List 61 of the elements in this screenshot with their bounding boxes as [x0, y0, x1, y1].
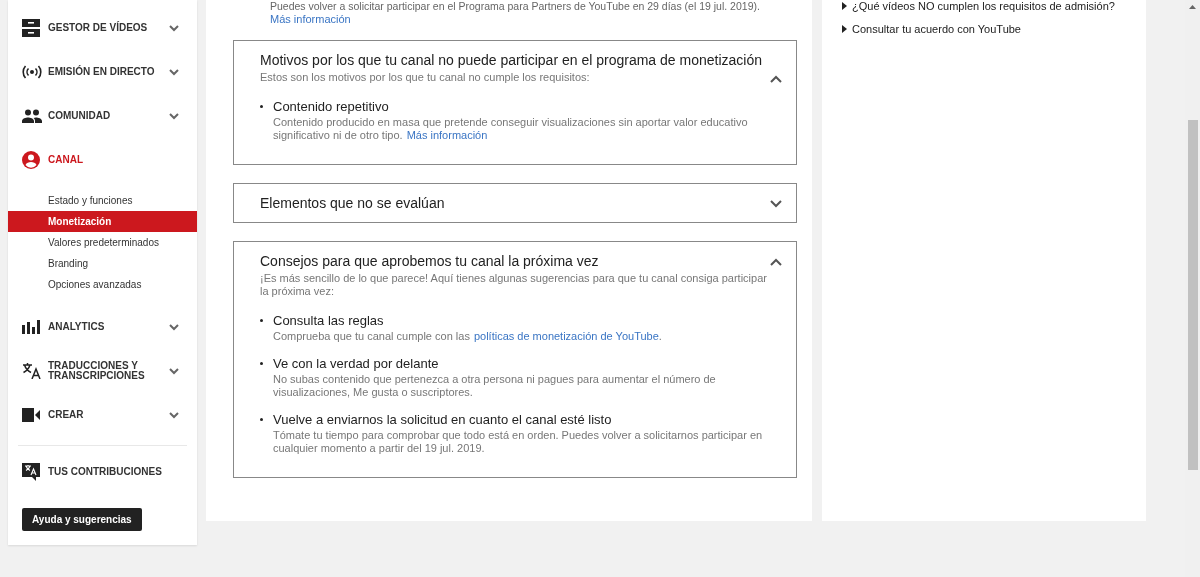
- more-info-link[interactable]: Más información: [270, 13, 351, 25]
- people-icon: [22, 109, 42, 123]
- chevron-down-icon: [169, 24, 179, 32]
- panel-subtitle: Estos son los motivos por los que tu canal no cumple los requisitos:: [260, 71, 591, 84]
- chevron-down-icon: [169, 68, 179, 76]
- triangle-icon: [842, 25, 847, 33]
- panel-subtitle: ¡Es más sencillo de lo que parece! Aquí tienes algunas sugerencias para que tu canal consiga participar la próxima vez:: [260, 272, 768, 298]
- bullet-icon: [260, 362, 263, 365]
- item-title: Consulta las reglas: [273, 312, 385, 329]
- nav-item[interactable]: TUS CONTRIBUCIONES: [8, 450, 197, 494]
- item-title: Vuelve a enviarnos la solicitud en cuanto el canal esté listo: [273, 411, 613, 428]
- chevron-down-icon: [169, 112, 179, 120]
- bullet-icon: [260, 105, 263, 108]
- nav-item[interactable]: TRADUCCIONES Y TRANSCRIPCIONES: [8, 349, 197, 393]
- chevron-down-icon: [169, 411, 179, 419]
- bullet-icon: [260, 418, 263, 421]
- nav-subitem[interactable]: Opciones avanzadas: [8, 274, 197, 295]
- bullet-icon: [260, 319, 263, 322]
- help-link[interactable]: ¿Qué vídeos NO cumplen los requisitos de admisión?: [842, 0, 1146, 12]
- policy-link[interactable]: Más información: [406, 129, 488, 141]
- chevron-down-icon: [169, 323, 179, 331]
- triangle-icon: [842, 2, 847, 10]
- nav-item[interactable]: ANALYTICS: [8, 305, 197, 349]
- nav-item[interactable]: GESTOR DE VÍDEOS: [8, 6, 197, 50]
- panel-title: Consejos para que aprobemos tu canal la próxima vez: [260, 252, 600, 270]
- expandable-panel[interactable]: Elementos que no se evalúan: [233, 183, 797, 223]
- item-title: Ve con la verdad por delante: [273, 355, 440, 372]
- nav-subitem[interactable]: Estado y funciones: [8, 190, 197, 211]
- bar-chart-icon: [22, 320, 40, 334]
- scrollbar-thumb[interactable]: [1187, 120, 1198, 470]
- chevron-down-icon: [169, 367, 179, 375]
- drawer-icon: [22, 19, 40, 37]
- item-description: Tómate tu tiempo para comprobar que todo está en orden. Puedes volver a solicitarnos participar en cualquier momento a partir del 19 jul. 2019.: [273, 429, 764, 455]
- nav-item[interactable]: COMUNIDAD: [8, 94, 197, 138]
- scroll-up-icon[interactable]: [1189, 5, 1196, 9]
- panel-title: Elementos que no se evalúan: [260, 194, 446, 212]
- item-description: Contenido producido en masa que pretende conseguir visualizaciones sin aportar valor educativo significativo ni de otro tipo. Más información: [273, 116, 749, 142]
- nav-subitem[interactable]: Branding: [8, 253, 197, 274]
- translate-icon: [22, 363, 42, 379]
- nav-item[interactable]: EMISIÓN EN DIRECTO: [8, 50, 197, 94]
- nav-subitem[interactable]: Monetización: [8, 211, 197, 232]
- help-link[interactable]: Consultar tu acuerdo con YouTube: [842, 23, 1146, 35]
- chevron-down-icon[interactable]: [770, 200, 782, 208]
- video-camera-icon: [22, 408, 40, 422]
- chevron-up-icon[interactable]: [770, 258, 782, 266]
- item-title: Contenido repetitivo: [273, 98, 390, 115]
- nav-item[interactable]: CANAL: [8, 138, 197, 182]
- item-description: Comprueba que tu canal cumple con las políticas de monetización de YouTube.: [273, 330, 662, 343]
- chevron-up-icon[interactable]: [770, 75, 782, 83]
- translate-bubble-icon: [22, 463, 40, 481]
- user-icon: [22, 151, 40, 169]
- nav-subitem[interactable]: Valores predeterminados: [8, 232, 197, 253]
- notice-text: Puedes volver a solicitar participar en el Programa para Partners de YouTube en 29 días (el 19 jul. 2019).: [270, 0, 761, 13]
- policy-link[interactable]: políticas de monetización de YouTube: [473, 330, 659, 342]
- item-description: No subas contenido que pertenezca a otra persona ni pagues para aumentar el número de visualizaciones, Me gusta o suscriptores.: [273, 373, 717, 399]
- expandable-panel[interactable]: [233, 241, 797, 478]
- nav-item[interactable]: CREAR: [8, 393, 197, 437]
- broadcast-icon: [22, 65, 42, 79]
- panel-title: Motivos por los que tu canal no puede participar en el programa de monetización: [260, 51, 763, 69]
- expandable-panel[interactable]: [233, 40, 797, 165]
- help-button[interactable]: Ayuda y sugerencias: [22, 508, 142, 531]
